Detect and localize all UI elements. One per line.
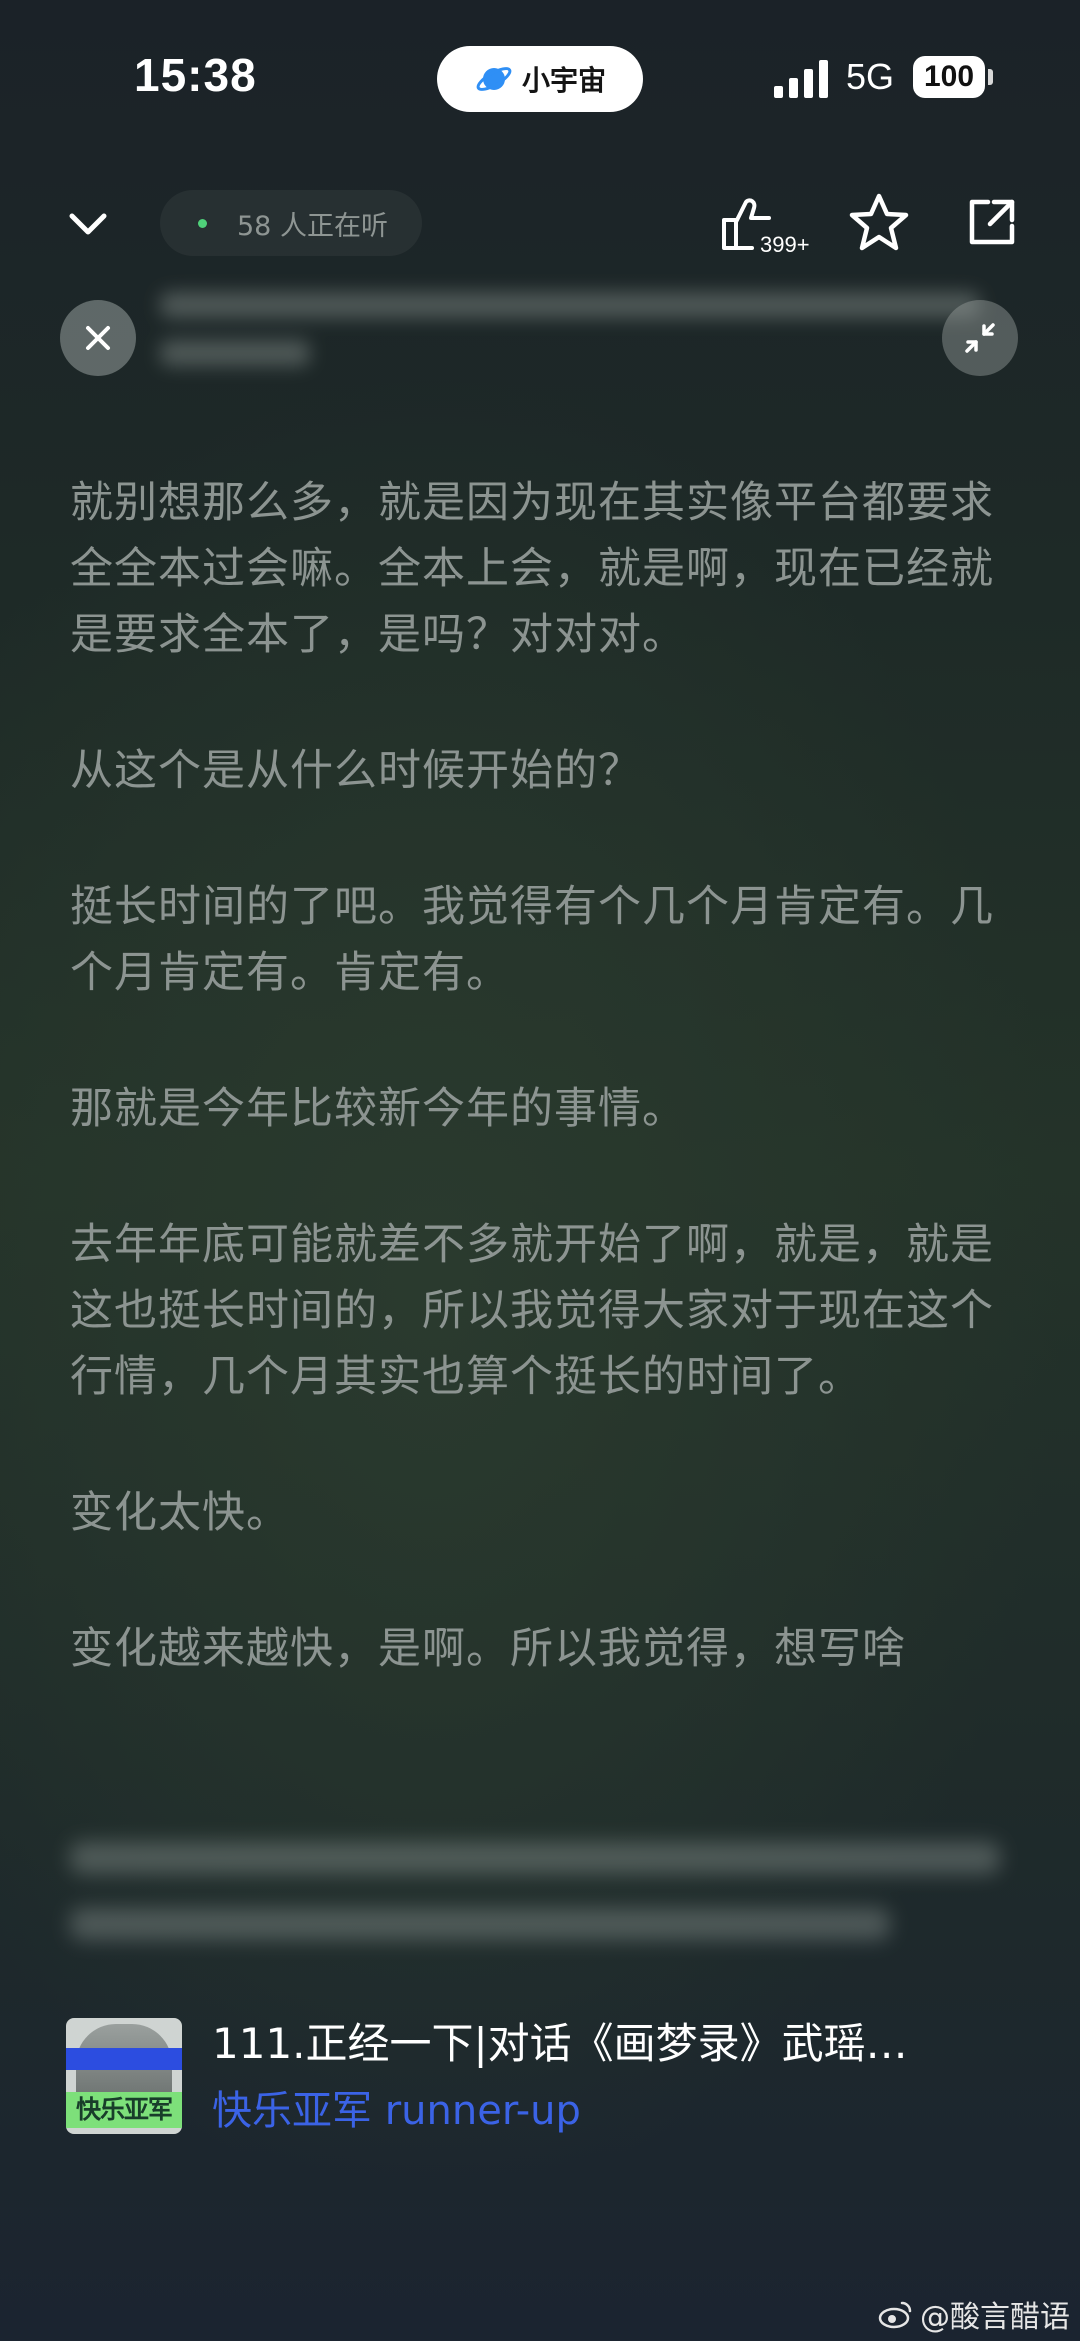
watermark: @酸言醋语	[878, 2292, 1070, 2336]
star-icon[interactable]	[848, 192, 910, 254]
podcast-name-link[interactable]: 快乐亚军 runner-up	[212, 2078, 1012, 2136]
player-screen: 15:38 小宇宙 5G 100 58 人正在听 399+ 就别想那么多，就是因…	[0, 0, 1080, 2341]
cover-band	[66, 2048, 182, 2070]
battery-indicator: 100	[913, 56, 985, 98]
episode-cover[interactable]: 快乐亚军	[66, 2018, 182, 2134]
listener-count: 58 人正在听	[237, 210, 388, 242]
weibo-icon	[878, 2301, 912, 2329]
like-count: 399+	[760, 232, 810, 257]
network-type: 5G	[846, 56, 895, 97]
listener-count-badge: 58 人正在听	[160, 190, 422, 256]
blurred-transcript-bottom	[70, 1838, 1030, 1958]
transcript-paragraph: 挺长时间的了吧。我觉得有个几个月肯定有。几个月肯定有。肯定有。	[70, 882, 994, 998]
share-icon[interactable]	[964, 194, 1020, 250]
blurred-transcript-top	[70, 286, 1030, 376]
transcript-paragraph: 变化太快。	[70, 1488, 290, 1538]
transcript-paragraph: 变化越来越快，是啊。所以我觉得，想写啥	[70, 1624, 906, 1674]
close-transcript-button[interactable]	[60, 300, 136, 376]
battery-cap	[988, 69, 993, 85]
watermark-text: @酸言醋语	[920, 2300, 1070, 2335]
close-icon	[86, 326, 110, 350]
minimize-icon	[965, 323, 995, 353]
transcript-paragraph: 从这个是从什么时候开始的？	[70, 746, 642, 796]
status-time: 15:38	[134, 49, 257, 101]
signal-icon	[774, 60, 828, 98]
app-indicator-pill[interactable]: 小宇宙	[437, 46, 643, 112]
planet-icon	[476, 67, 512, 91]
like-button[interactable]: 399+	[718, 190, 818, 266]
transcript: 就别想那么多，就是因为现在其实像平台都要求全全本过会嘛。全本上会，就是啊，现在已…	[70, 470, 1020, 1752]
live-dot-icon	[198, 218, 207, 228]
transcript-paragraph: 那就是今年比较新今年的事情。	[70, 1084, 686, 1134]
transcript-paragraph: 去年年底可能就差不多就开始了啊，就是，就是这也挺长时间的，所以我觉得大家对于现在…	[70, 1220, 994, 1402]
chevron-down-icon[interactable]	[60, 196, 116, 252]
app-name: 小宇宙	[521, 64, 606, 97]
episode-title[interactable]: 111.正经一下|对话《画梦录》武瑶…	[212, 2010, 1012, 2071]
transcript-paragraph: 就别想那么多，就是因为现在其实像平台都要求全全本过会嘛。全本上会，就是啊，现在已…	[70, 478, 994, 660]
status-bar: 15:38 小宇宙 5G 100	[0, 0, 1080, 160]
cover-label: 快乐亚军	[66, 2092, 182, 2128]
minimize-transcript-button[interactable]	[942, 300, 1018, 376]
